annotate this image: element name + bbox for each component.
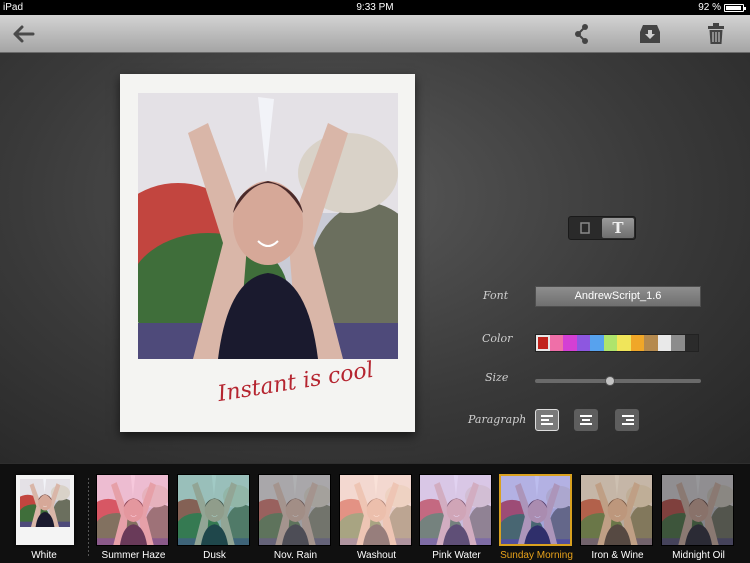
filter-thumbnail <box>96 474 169 546</box>
size-label: Size <box>485 371 509 384</box>
filter-thumbnail <box>580 474 653 546</box>
share-icon <box>575 24 588 44</box>
font-selector[interactable]: AndrewScript_1.6 <box>535 286 701 307</box>
filter-name: Summer Haze <box>101 550 166 561</box>
font-label: Font <box>483 289 509 302</box>
frame-mode-button[interactable] <box>569 217 601 239</box>
color-swatch[interactable] <box>563 335 577 351</box>
filter-thumbnail <box>661 474 734 546</box>
filter-name: Pink Water <box>432 550 481 561</box>
filter-name: Nov. Rain <box>273 550 318 561</box>
paragraph-label: Paragraph <box>468 413 527 426</box>
color-swatch[interactable] <box>684 335 698 351</box>
color-label: Color <box>482 332 513 345</box>
arrow-left-icon <box>13 25 35 43</box>
tray-download-icon <box>640 25 660 43</box>
filter-summer-haze[interactable]: Summer Haze <box>96 474 171 561</box>
filter-name: Iron & Wine <box>591 550 644 561</box>
filter-thumbnail <box>499 474 572 546</box>
strip-divider <box>88 478 89 556</box>
polaroid-frame[interactable]: Instant is cool <box>120 74 415 432</box>
size-slider[interactable] <box>535 376 701 386</box>
align-left-button[interactable] <box>535 409 559 431</box>
color-swatch[interactable] <box>644 335 658 351</box>
align-right-icon <box>622 415 634 417</box>
trash-icon <box>708 23 724 44</box>
mode-toggle: T <box>568 216 636 240</box>
align-center-icon <box>580 415 592 417</box>
align-left-icon <box>541 415 553 417</box>
clock: 9:33 PM <box>356 2 394 13</box>
filter-thumbnail <box>177 474 250 546</box>
photo-caption[interactable]: Instant is cool <box>216 358 375 407</box>
status-bar: iPad 9:33 PM 92 % <box>0 0 750 15</box>
share-button[interactable] <box>567 19 597 49</box>
filter-sunday-morning[interactable]: Sunday Morning <box>499 474 574 561</box>
color-palette <box>535 334 699 352</box>
filter-name: Dusk <box>203 550 226 561</box>
delete-button[interactable] <box>701 19 731 49</box>
battery-percent: 92 % <box>698 2 721 13</box>
filter-pink-water[interactable]: Pink Water <box>419 474 494 561</box>
filter-dusk[interactable]: Dusk <box>177 474 252 561</box>
photo <box>138 93 398 359</box>
toolbar <box>0 15 750 53</box>
filter-thumbnail <box>339 474 412 546</box>
filter-white[interactable] <box>16 475 74 545</box>
filter-name: Midnight Oil <box>672 550 725 561</box>
filter-thumbnail <box>258 474 331 546</box>
back-button[interactable] <box>8 19 38 49</box>
filter-iron-wine[interactable]: Iron & Wine <box>580 474 655 561</box>
filter-thumbnail <box>419 474 492 546</box>
color-swatch[interactable] <box>536 335 550 351</box>
frame-mode-icon <box>580 222 590 234</box>
text-mode-button[interactable]: T <box>602 218 634 238</box>
filter-nov-rain[interactable]: Nov. Rain <box>258 474 333 561</box>
color-swatch[interactable] <box>603 335 617 351</box>
filter-name: White <box>31 550 57 561</box>
battery-icon <box>724 3 746 12</box>
color-swatch[interactable] <box>549 335 563 351</box>
filter-washout[interactable]: Washout <box>339 474 414 561</box>
filter-name: Washout <box>356 550 397 561</box>
align-right-button[interactable] <box>615 409 639 431</box>
align-center-button[interactable] <box>574 409 598 431</box>
editor-canvas: Instant is cool T Font AndrewScript_1.6 … <box>0 53 750 463</box>
text-mode-icon: T <box>612 219 624 237</box>
color-swatch[interactable] <box>590 335 604 351</box>
filter-midnight-oil[interactable]: Midnight Oil <box>661 474 736 561</box>
save-to-library-button[interactable] <box>635 19 665 49</box>
color-swatch[interactable] <box>630 335 644 351</box>
color-swatch[interactable] <box>576 335 590 351</box>
battery-indicator: 92 % <box>698 0 746 15</box>
size-slider-thumb[interactable] <box>605 376 616 386</box>
color-swatch[interactable] <box>617 335 631 351</box>
color-swatch[interactable] <box>657 335 671 351</box>
filter-strip: White Summer Haze Dusk Nov. Rain Washout Pin… <box>0 463 750 563</box>
filter-name: Sunday Morning <box>500 550 573 561</box>
color-swatch[interactable] <box>671 335 685 351</box>
